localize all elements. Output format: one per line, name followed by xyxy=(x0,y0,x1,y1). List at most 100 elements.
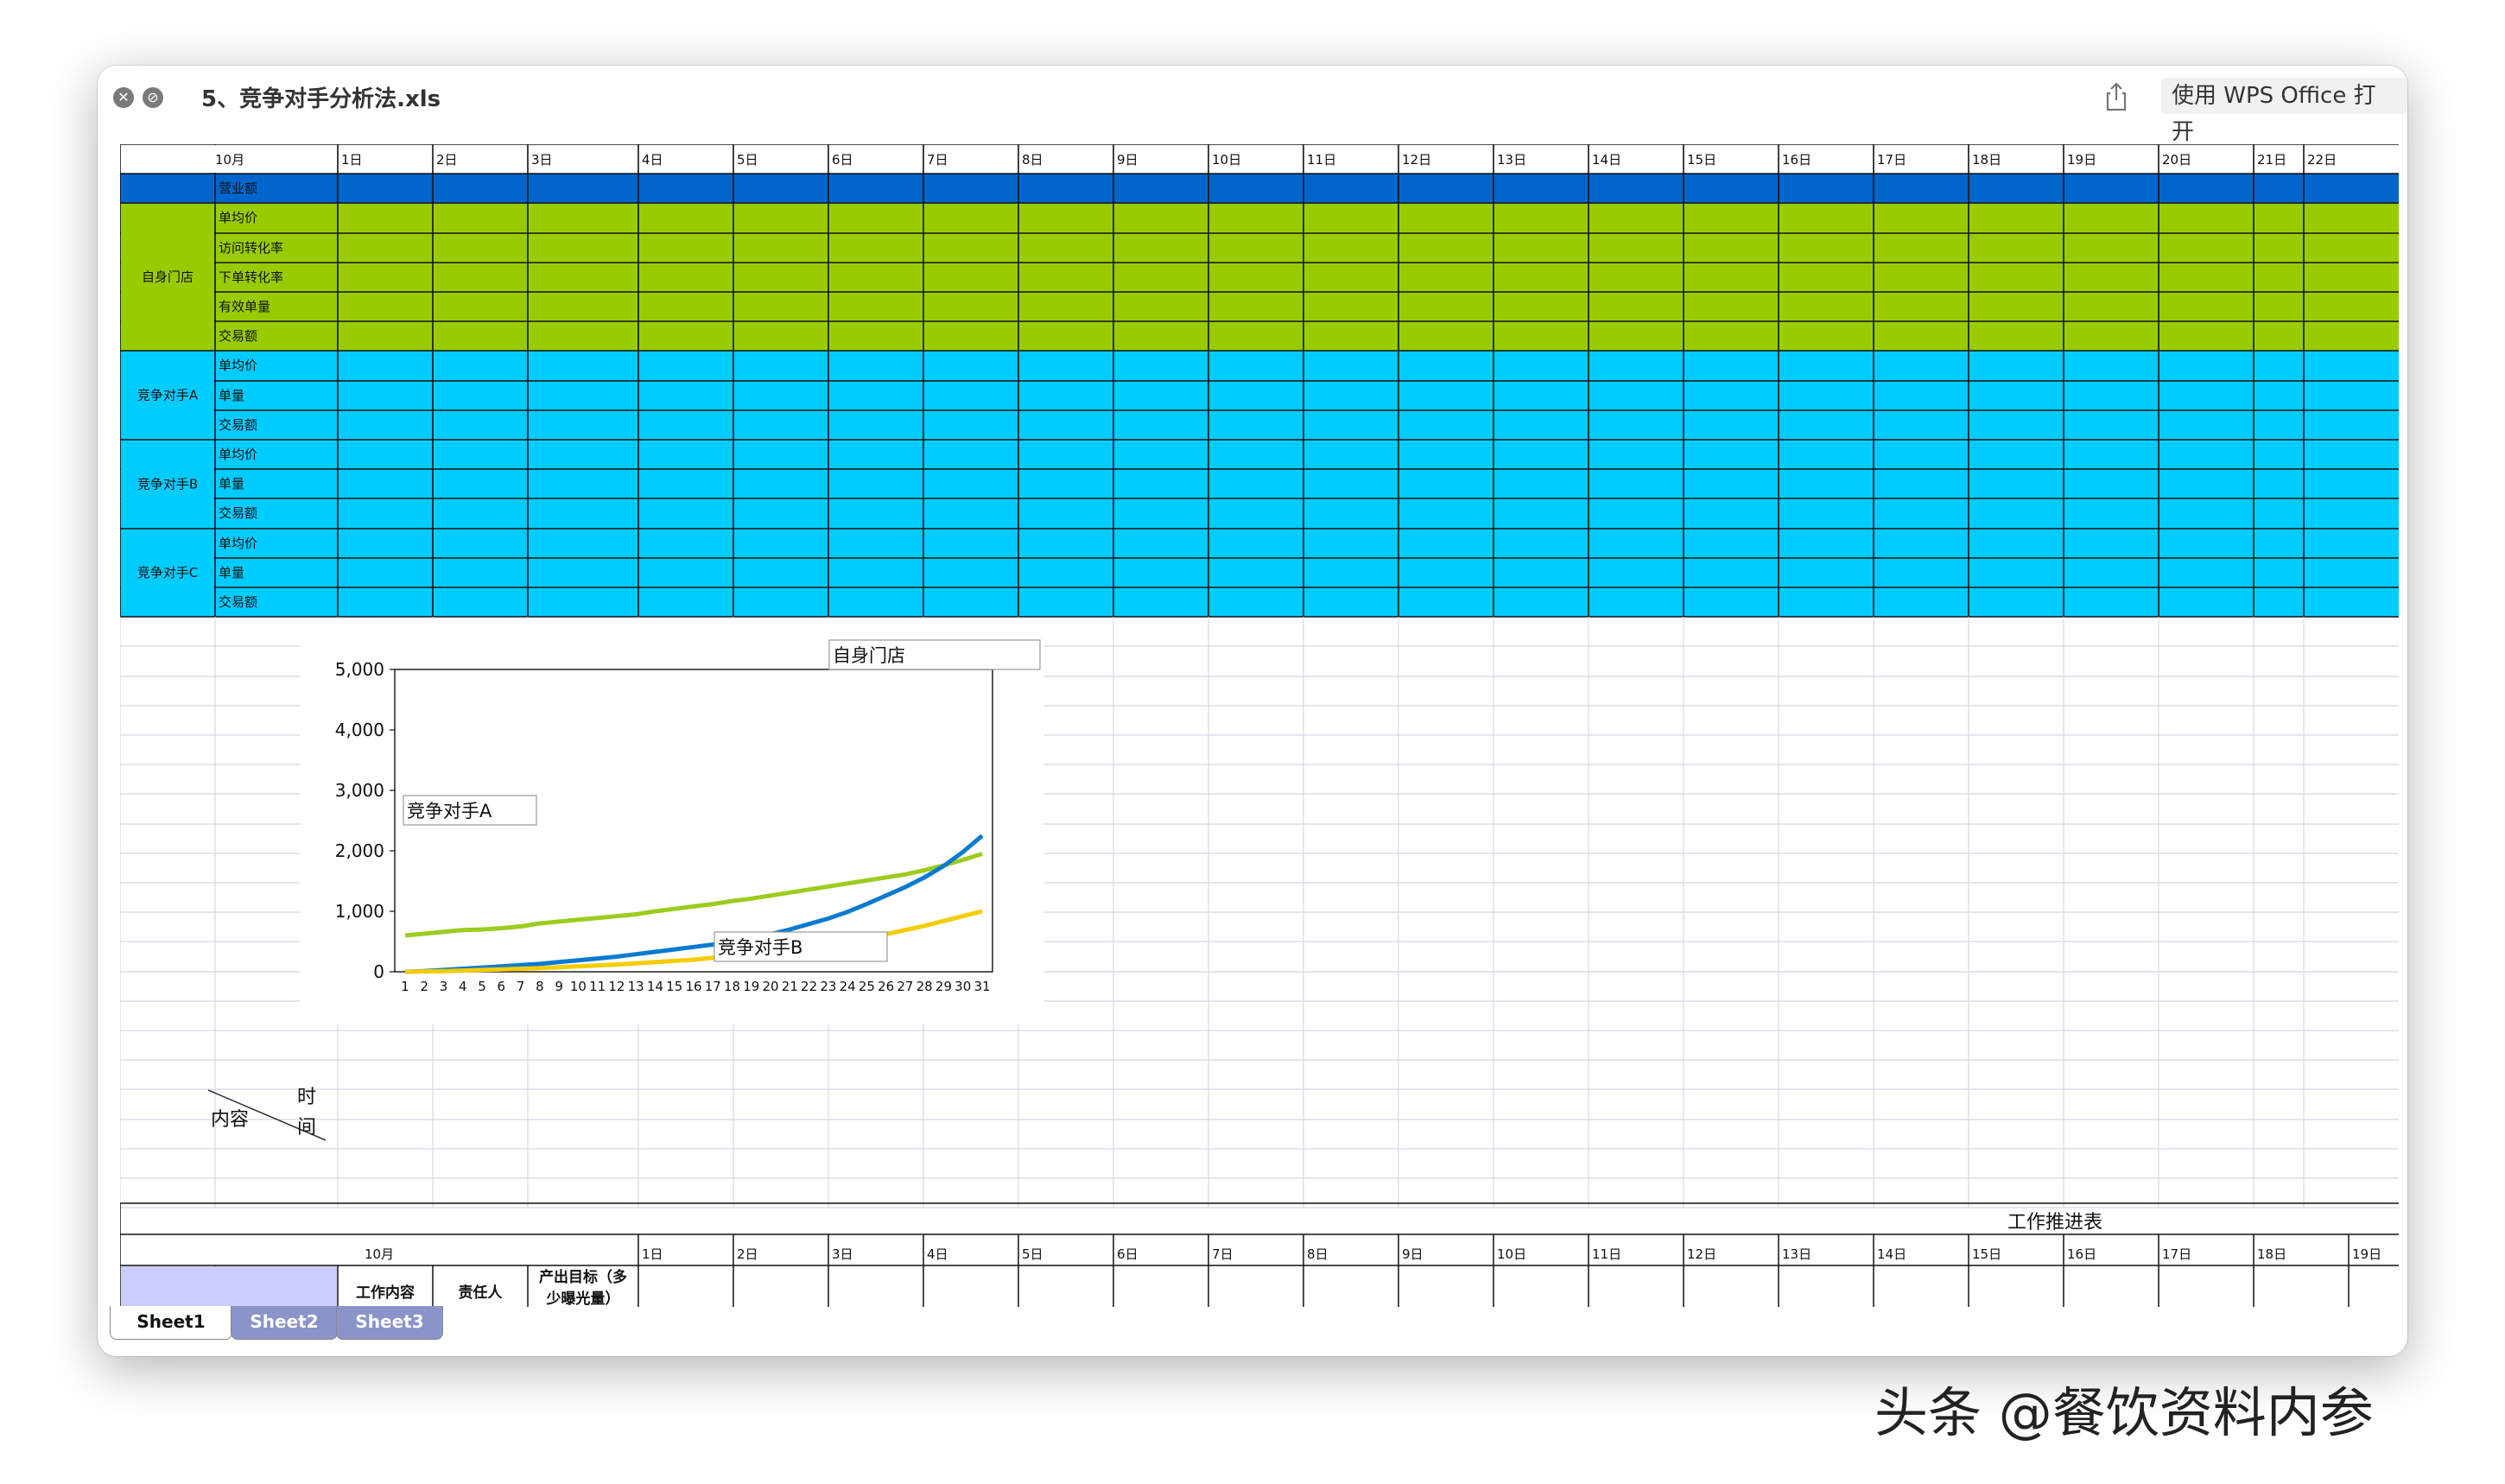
x-tick-label: 27 xyxy=(897,979,913,994)
x-tick-label: 1 xyxy=(401,979,409,994)
x-tick-label: 17 xyxy=(705,979,721,994)
x-tick-label: 4 xyxy=(459,979,467,994)
day-label: 13日 xyxy=(1497,152,1526,168)
work-day-label: 12日 xyxy=(1687,1246,1716,1262)
title-bar: ✕ ⊘ 5、竞争对手分析法.xls 使用 WPS Office 打开 xyxy=(98,66,2407,145)
x-tick-label: 14 xyxy=(647,979,663,994)
work-day-label: 5日 xyxy=(1022,1246,1043,1262)
group-label: 竞争对手C xyxy=(137,565,198,580)
series-name-label: 竞争对手B xyxy=(718,937,802,958)
x-tick-label: 19 xyxy=(743,979,759,994)
revenue-label-cell xyxy=(121,174,214,202)
day-label: 8日 xyxy=(1022,152,1043,168)
group-label: 竞争对手A xyxy=(137,388,199,403)
open-with-wps-button[interactable]: 使用 WPS Office 打开 xyxy=(2161,78,2407,145)
series-name-label: 竞争对手A xyxy=(407,801,492,821)
day-label: 21日 xyxy=(2257,152,2286,168)
share-icon[interactable] xyxy=(2102,81,2131,112)
series-name-label: 自身门店 xyxy=(833,645,905,666)
metric-label: 有效单量 xyxy=(219,299,270,314)
watermark: 头条 @餐饮资料内参 xyxy=(1874,1381,2374,1444)
tab-sheet2[interactable]: Sheet2 xyxy=(231,1306,338,1340)
metric-label: 下单转化率 xyxy=(219,270,283,285)
x-tick-label: 20 xyxy=(763,979,779,994)
day-label: 22日 xyxy=(2307,152,2337,168)
x-tick-label: 5 xyxy=(478,979,486,994)
work-col-target: 少曝光量） xyxy=(546,1290,620,1307)
x-tick-label: 31 xyxy=(973,979,990,994)
day-label: 1日 xyxy=(341,152,363,168)
metric-label: 交易额 xyxy=(219,594,257,610)
day-label: 7日 xyxy=(927,152,948,168)
window-title: 5、竞争对手分析法.xls xyxy=(201,86,441,112)
group-block xyxy=(120,529,2399,617)
work-day-label: 15日 xyxy=(1972,1246,2001,1262)
day-label: 18日 xyxy=(1972,152,2001,168)
work-day-label: 10日 xyxy=(1497,1246,1526,1262)
metric-label: 单均价 xyxy=(219,447,257,462)
work-col-content: 工作内容 xyxy=(356,1284,415,1302)
sheet-canvas: 自身门店单均价访问转化率下单转化率有效单量交易额竞争对手A单均价单量交易额竞争对… xyxy=(120,144,2399,1307)
x-tick-label: 15 xyxy=(666,979,682,994)
day-label: 10日 xyxy=(1212,152,1241,168)
group-block xyxy=(120,351,2399,440)
day-label: 3日 xyxy=(531,152,553,168)
tab-sheet3[interactable]: Sheet3 xyxy=(336,1306,443,1340)
x-tick-label: 26 xyxy=(878,979,894,994)
spreadsheet-grid[interactable]: 自身门店 单均价 访问转化率 下单转化率 有效单量 交易额 竞争对手A 单均价 单量 交易额 竞争对… xyxy=(120,144,2399,1307)
day-label: 6日 xyxy=(832,152,853,168)
work-day-label: 1日 xyxy=(642,1246,663,1262)
group-block xyxy=(120,203,2399,351)
work-table-title: 工作推进表 xyxy=(2007,1212,2102,1233)
x-tick-label: 30 xyxy=(954,979,971,994)
x-tick-label: 10 xyxy=(570,979,587,994)
day-label: 19日 xyxy=(2067,152,2096,168)
y-tick-label: 2,000 xyxy=(335,840,384,861)
work-day-label: 19日 xyxy=(2352,1246,2381,1262)
metric-label: 交易额 xyxy=(219,505,257,521)
x-tick-label: 7 xyxy=(517,979,525,994)
work-day-label: 14日 xyxy=(1877,1246,1906,1262)
y-tick-label: 4,000 xyxy=(335,720,384,740)
x-tick-label: 8 xyxy=(536,979,544,994)
work-day-label: 16日 xyxy=(2067,1246,2096,1262)
metric-label: 单量 xyxy=(219,388,244,403)
x-tick-label: 16 xyxy=(685,979,701,994)
tab-sheet1[interactable]: Sheet1 xyxy=(110,1306,232,1340)
work-col-owner: 责任人 xyxy=(459,1284,504,1302)
x-tick-label: 29 xyxy=(935,979,952,994)
day-label: 15日 xyxy=(1687,152,1716,168)
metric-label: 单均价 xyxy=(219,358,257,373)
group-label: 自身门店 xyxy=(142,270,193,285)
work-day-label: 3日 xyxy=(832,1246,853,1262)
day-label: 11日 xyxy=(1307,152,1336,168)
metric-label: 交易额 xyxy=(219,417,257,433)
x-tick-label: 13 xyxy=(628,979,644,994)
work-day-label: 9日 xyxy=(1402,1246,1424,1262)
revenue-row xyxy=(120,174,2399,203)
diag-content-label: 内容 xyxy=(211,1109,249,1131)
day-label: 5日 xyxy=(737,152,758,168)
metric-label: 访问转化率 xyxy=(219,240,283,256)
x-tick-label: 2 xyxy=(420,979,428,994)
close-window-icon[interactable]: ✕ xyxy=(113,87,134,108)
y-tick-label: 5,000 xyxy=(335,659,384,680)
x-tick-label: 28 xyxy=(916,979,933,994)
x-tick-label: 25 xyxy=(859,979,875,994)
x-tick-label: 12 xyxy=(608,979,625,994)
day-label: 14日 xyxy=(1592,152,1621,168)
metric-label: 单均价 xyxy=(219,536,257,551)
block-icon[interactable]: ⊘ xyxy=(143,87,163,108)
diag-time-label: 间 xyxy=(297,1117,316,1138)
group-block xyxy=(120,440,2399,529)
x-tick-label: 24 xyxy=(840,979,856,994)
app-window: ✕ ⊘ 5、竞争对手分析法.xls 使用 WPS Office 打开 自身门店单… xyxy=(98,66,2407,1356)
revenue-label: 营业额 xyxy=(219,181,257,196)
work-month-label: 10月 xyxy=(365,1246,394,1262)
metric-label: 单均价 xyxy=(219,210,257,225)
metric-label: 单量 xyxy=(219,476,244,491)
work-day-label: 7日 xyxy=(1212,1246,1233,1262)
line-chart: 01,0002,0003,0004,0005,0001 2 3 4 5 6 7 8 9 10 11 1… xyxy=(300,619,1044,1024)
day-label: 4日 xyxy=(642,152,663,168)
work-col-target: 产出目标（多 xyxy=(539,1268,627,1286)
